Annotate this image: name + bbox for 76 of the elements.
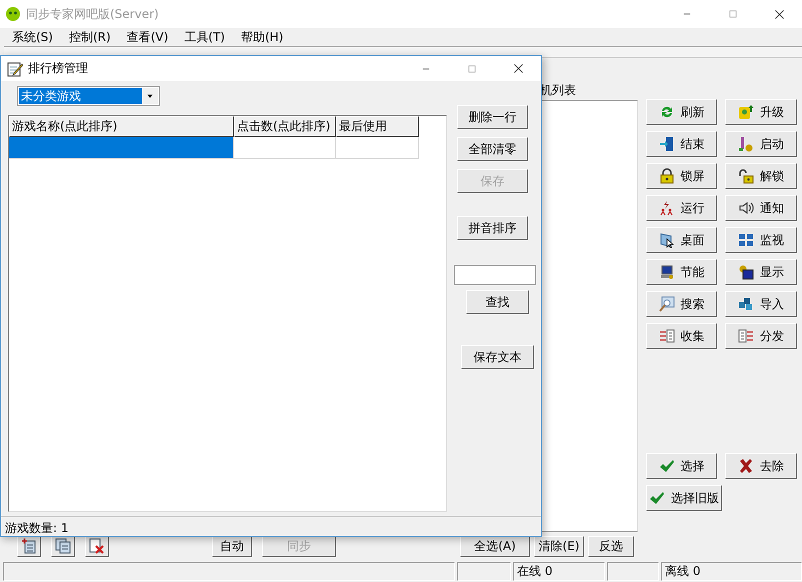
action-button[interactable]: 解锁 — [725, 163, 797, 189]
cross-icon — [738, 458, 754, 474]
action-button[interactable]: 通知 — [725, 195, 797, 221]
menu-item[interactable]: 工具(T) — [176, 28, 233, 46]
table-cell[interactable] — [336, 137, 419, 159]
menu-item[interactable]: 帮助(H) — [232, 28, 292, 46]
exit-door-icon — [658, 136, 674, 152]
check-icon — [658, 458, 674, 474]
copy-list-icon — [55, 538, 71, 554]
bottom-button[interactable]: 自动 — [212, 536, 252, 556]
grid-icon — [738, 232, 754, 248]
menu-item[interactable]: 控制(R) — [60, 28, 119, 46]
speaker-icon — [738, 200, 754, 216]
menu-item[interactable]: 查看(V) — [118, 28, 176, 46]
app-icon — [5, 6, 21, 22]
action-button[interactable]: 启动 — [725, 131, 797, 157]
running-figures-icon — [658, 200, 674, 216]
status-panel — [607, 562, 659, 581]
action-button[interactable]: 刷新 — [646, 99, 717, 125]
menu-item[interactable]: 系统(S) — [4, 28, 61, 46]
status-text: 离线 0 — [661, 562, 802, 581]
magnifier-icon — [658, 296, 674, 312]
dialog-button[interactable]: 拼音排序 — [457, 216, 528, 240]
column-header[interactable]: 点击数(点此排序) — [234, 116, 336, 137]
action-button[interactable]: 搜索 — [646, 291, 717, 317]
close-icon — [774, 8, 784, 20]
action-button[interactable]: 结束 — [646, 131, 717, 157]
action-button[interactable]: 桌面 — [646, 227, 717, 253]
dialog-button[interactable]: 删除一行 — [457, 105, 528, 129]
toolbar-button[interactable] — [85, 536, 109, 556]
status-text: 游戏数量: 1 — [1, 516, 541, 536]
action-button[interactable]: 监视 — [725, 227, 797, 253]
bottom-button[interactable]: 全选(A) — [460, 536, 530, 556]
status-panel — [457, 562, 511, 581]
dialog-title: 排行榜管理 — [28, 60, 88, 77]
action-button[interactable]: 显示 — [725, 259, 797, 285]
bottom-button[interactable]: 清除(E) — [534, 536, 584, 556]
bottom-button[interactable]: 反选 — [588, 536, 634, 556]
action-button[interactable]: 升级 — [725, 99, 797, 125]
category-dropdown[interactable]: 未分类游戏 — [17, 86, 160, 106]
list-arrows-icon — [738, 328, 754, 344]
toolbar-button[interactable] — [51, 536, 75, 556]
dialog-button[interactable]: 查找 — [466, 290, 529, 314]
maximize-icon — [728, 9, 738, 19]
add-list-icon — [21, 538, 37, 554]
dialog-button[interactable]: 全部清零 — [457, 137, 528, 161]
padlock-icon — [658, 168, 674, 184]
search-field[interactable] — [454, 265, 536, 285]
maximize-icon — [467, 64, 477, 74]
window-title: 同步专家网吧版(Server) — [26, 6, 159, 22]
status-text: 在线 0 — [513, 562, 605, 581]
user-upgrade-icon — [738, 104, 754, 120]
action-button[interactable]: 节能 — [646, 259, 717, 285]
column-header[interactable]: 游戏名称(点此排序) — [9, 116, 234, 137]
delete-list-icon — [89, 538, 105, 554]
action-button[interactable]: 运行 — [646, 195, 717, 221]
open-padlock-icon — [738, 168, 754, 184]
window-cursor-icon — [658, 232, 674, 248]
close-icon — [512, 63, 524, 74]
select-button[interactable]: 选择旧版 — [646, 485, 722, 511]
action-button[interactable]: 分发 — [725, 323, 797, 349]
select-button[interactable]: 去除 — [725, 453, 797, 479]
action-button[interactable]: 收集 — [646, 323, 717, 349]
column-header[interactable]: 最后使用 — [336, 116, 419, 137]
dialog-button[interactable]: 保存文本 — [461, 345, 534, 369]
select-button[interactable]: 选择 — [646, 453, 717, 479]
table-cell[interactable] — [9, 137, 234, 159]
check-icon — [649, 490, 665, 506]
notepad-pencil-icon — [7, 60, 23, 76]
action-button[interactable]: 导入 — [725, 291, 797, 317]
table-cell[interactable] — [234, 137, 336, 159]
toolbar-button[interactable] — [17, 536, 41, 556]
computer-icon — [658, 264, 674, 280]
action-button[interactable]: 锁屏 — [646, 163, 717, 189]
cubes-icon — [738, 296, 754, 312]
list-arrows-icon — [658, 328, 674, 344]
